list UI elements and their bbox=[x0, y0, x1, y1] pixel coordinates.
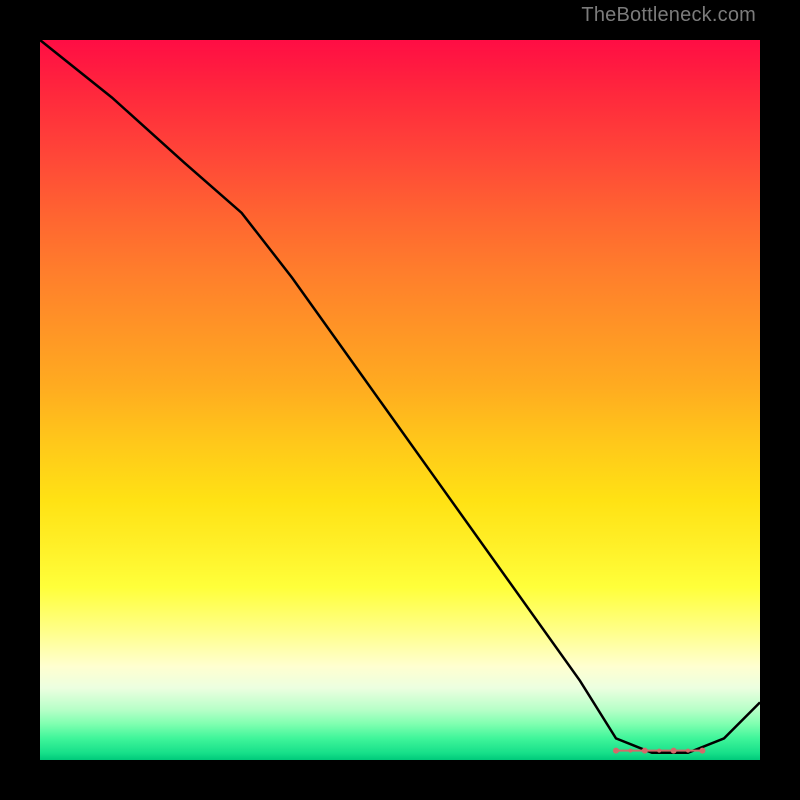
line-series bbox=[40, 40, 760, 753]
floor-marker-dot bbox=[699, 748, 705, 754]
curve-path bbox=[40, 40, 760, 753]
watermark-text: TheBottleneck.com bbox=[581, 4, 756, 27]
plot-area bbox=[40, 40, 760, 760]
chart-frame: TheBottleneck.com bbox=[0, 0, 800, 800]
line-chart-svg bbox=[40, 40, 760, 760]
